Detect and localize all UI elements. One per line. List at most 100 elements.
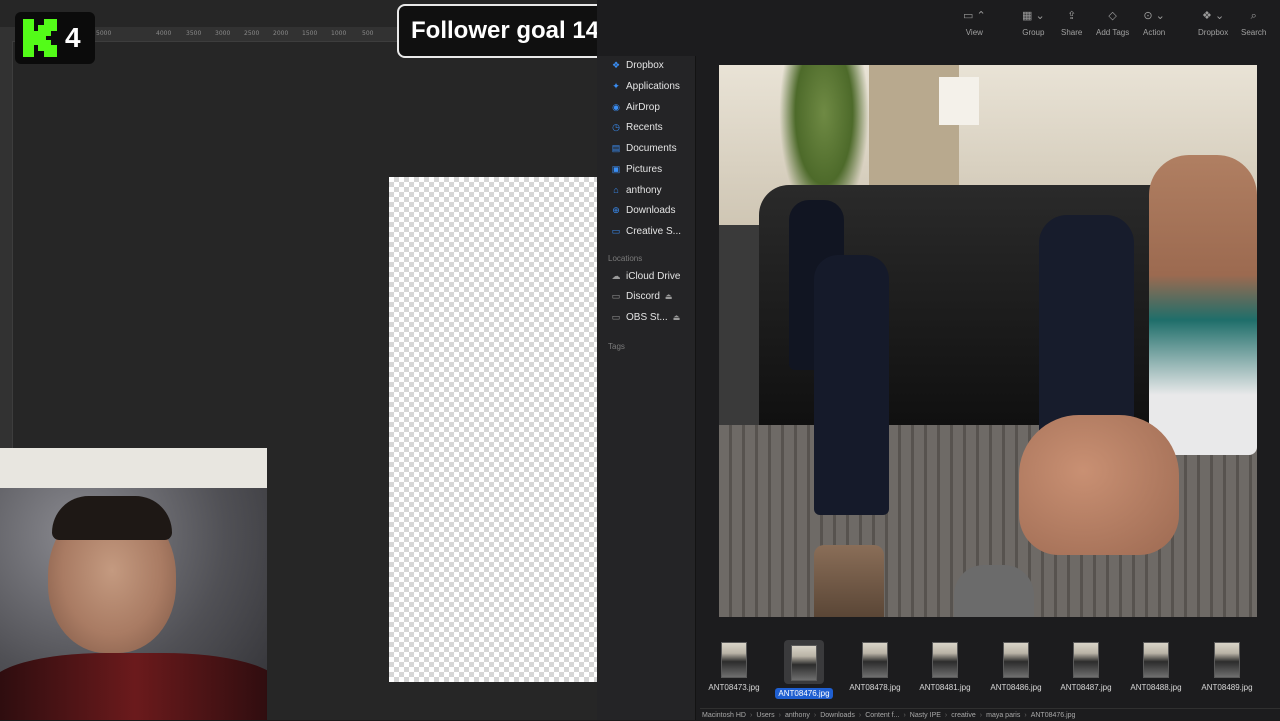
sidebar-item-documents[interactable]: ▤ Documents <box>610 140 677 156</box>
group-label: Group <box>1022 28 1045 37</box>
sidebar-item-anthony[interactable]: ⌂ anthony <box>610 182 662 198</box>
preview-officer <box>814 255 889 515</box>
transparent-canvas[interactable] <box>389 177 597 682</box>
tag-icon: ◇ <box>1108 10 1117 22</box>
webcam-feed <box>0 448 267 720</box>
airdrop-icon: ◉ <box>612 101 620 112</box>
thumbnail-item[interactable]: ANT08488.jpg <box>1125 640 1187 696</box>
download-icon: ⊕ <box>612 204 620 215</box>
ruler-tick: 3500 <box>186 30 202 37</box>
eject-icon[interactable]: ⏏ <box>665 292 673 301</box>
sidebar-item-airdrop[interactable]: ◉ AirDrop <box>610 99 660 115</box>
sidebar-item-obs[interactable]: ▭ OBS St... ⏏ <box>610 309 681 325</box>
preview-bollard <box>814 545 884 617</box>
group-button[interactable]: ▦ ⌄ Group <box>1022 9 1045 37</box>
pictures-icon: ▣ <box>611 163 621 174</box>
kick-count: 4 <box>65 22 81 53</box>
add-tags-label: Add Tags <box>1096 28 1130 37</box>
share-button[interactable]: ⇪ Share <box>1061 9 1082 37</box>
path-segment[interactable]: Downloads <box>820 712 855 719</box>
search-button[interactable]: ⌕ Search <box>1241 9 1266 37</box>
ruler-tick: 2000 <box>273 30 289 37</box>
path-segment[interactable]: Content f... <box>865 712 899 719</box>
thumbnail-item[interactable]: ANT08486.jpg <box>985 640 1047 696</box>
path-segment[interactable]: anthony <box>785 712 810 719</box>
finder-toolbar: ▭ ⌃ View ▦ ⌄ Group ⇪ Share ◇ Add Tags ⊙ … <box>597 0 1280 44</box>
path-segment[interactable]: Users <box>756 712 774 719</box>
preview-hydrant <box>954 565 1034 617</box>
thumbnail-filename: ANT08487.jpg <box>1060 683 1112 692</box>
sidebar-item-downloads[interactable]: ⊕ Downloads <box>610 202 675 218</box>
ruler-tick: 1500 <box>302 30 318 37</box>
action-button[interactable]: ⊙ ⌄ Action <box>1143 9 1165 37</box>
path-segment[interactable]: Nasty IPE <box>910 712 941 719</box>
webcam-hair <box>52 496 172 540</box>
sidebar-item-icloud-drive[interactable]: ☁ iCloud Drive <box>610 268 681 284</box>
share-icon: ⇪ <box>1067 10 1077 22</box>
thumbnail-filename: ANT08489.jpg <box>1201 683 1253 692</box>
sidebar-item-creative[interactable]: ▭ Creative S... <box>610 223 681 239</box>
chevron-right-icon: › <box>778 711 781 719</box>
thumbnail-image <box>1214 642 1240 678</box>
sidebar-item-discord[interactable]: ▭ Discord ⏏ <box>610 288 673 304</box>
image-preview[interactable] <box>719 65 1257 617</box>
ruler-tick: 2500 <box>244 30 260 37</box>
path-segment[interactable]: maya paris <box>986 712 1020 719</box>
dropbox-icon: ❖ <box>611 59 621 70</box>
thumbnail-item[interactable]: ANT08473.jpg <box>703 640 765 696</box>
chevron-right-icon: › <box>979 711 983 719</box>
eject-icon[interactable]: ⏏ <box>673 313 681 322</box>
home-icon: ⌂ <box>613 185 619 195</box>
thumbnail-image <box>862 642 888 678</box>
sidebar-item-label: Documents <box>626 142 677 154</box>
kick-logo-icon <box>23 19 57 57</box>
thumbnail-item[interactable]: ANT08489.jpg <box>1196 640 1258 696</box>
sidebar-item-label: anthony <box>626 184 662 196</box>
ruler-tick: 1000 <box>331 30 347 37</box>
thumbnail-filename: ANT08476.jpg <box>775 688 833 699</box>
sidebar-item-label: iCloud Drive <box>626 270 681 282</box>
view-button[interactable]: ▭ ⌃ View <box>963 9 986 37</box>
view-icon: ▭ ⌃ <box>963 10 986 22</box>
thumbnail-image <box>932 642 958 678</box>
dropbox-label: Dropbox <box>1198 28 1229 37</box>
thumbnail-item[interactable]: ANT08478.jpg <box>844 640 906 696</box>
dropbox-button[interactable]: ❖ ⌄ Dropbox <box>1198 9 1228 37</box>
sidebar-item-label: Discord <box>626 290 660 302</box>
thumbnail-filename: ANT08473.jpg <box>708 683 760 692</box>
share-label: Share <box>1061 28 1083 37</box>
add-tags-button[interactable]: ◇ Add Tags <box>1096 9 1129 37</box>
sidebar-item-label: Dropbox <box>626 59 664 71</box>
thumbnail-filename: ANT08481.jpg <box>919 683 971 692</box>
sidebar-item-label: Recents <box>626 121 663 133</box>
sidebar-item-recents[interactable]: ◷ Recents <box>610 119 663 135</box>
chevron-right-icon: › <box>813 711 817 719</box>
thumbnail-item[interactable]: ANT08481.jpg <box>914 640 976 696</box>
preview-sign <box>939 77 979 125</box>
folder-icon: ▭ <box>611 225 621 236</box>
thumbnail-item-selected[interactable]: ANT08476.jpg <box>773 640 835 699</box>
sidebar-item-applications[interactable]: ✦ Applications <box>610 78 680 94</box>
path-segment[interactable]: Macintosh HD <box>702 712 746 719</box>
thumbnail-image <box>791 645 817 681</box>
chevron-right-icon: › <box>858 711 862 719</box>
dropbox-icon: ❖ ⌄ <box>1202 10 1225 22</box>
action-label: Action <box>1143 28 1166 37</box>
thumbnail-strip: ANT08473.jpg ANT08476.jpg ANT08478.jpg A… <box>700 640 1280 700</box>
group-icon: ▦ ⌄ <box>1022 10 1045 22</box>
ruler-tick: 500 <box>362 30 374 37</box>
thumbnail-filename: ANT08478.jpg <box>849 683 901 692</box>
sidebar-item-label: OBS St... <box>626 311 668 323</box>
path-segment[interactable]: ANT08476.jpg <box>1031 712 1076 719</box>
sidebar-section-locations: Locations <box>608 254 643 263</box>
sidebar-item-dropbox[interactable]: ❖ Dropbox <box>610 57 664 73</box>
finder-sidebar: ❖ Dropbox ✦ Applications ◉ AirDrop ◷ Rec… <box>597 56 696 720</box>
sidebar-item-pictures[interactable]: ▣ Pictures <box>610 161 662 177</box>
ruler-tick: 4000 <box>156 30 172 37</box>
sidebar-section-tags: Tags <box>608 342 625 351</box>
path-segment[interactable]: creative <box>951 712 976 719</box>
thumbnail-item[interactable]: ANT08487.jpg <box>1055 640 1117 696</box>
thumbnail-image <box>721 642 747 678</box>
applications-icon: ✦ <box>612 80 620 91</box>
preview-woman <box>1149 155 1257 455</box>
